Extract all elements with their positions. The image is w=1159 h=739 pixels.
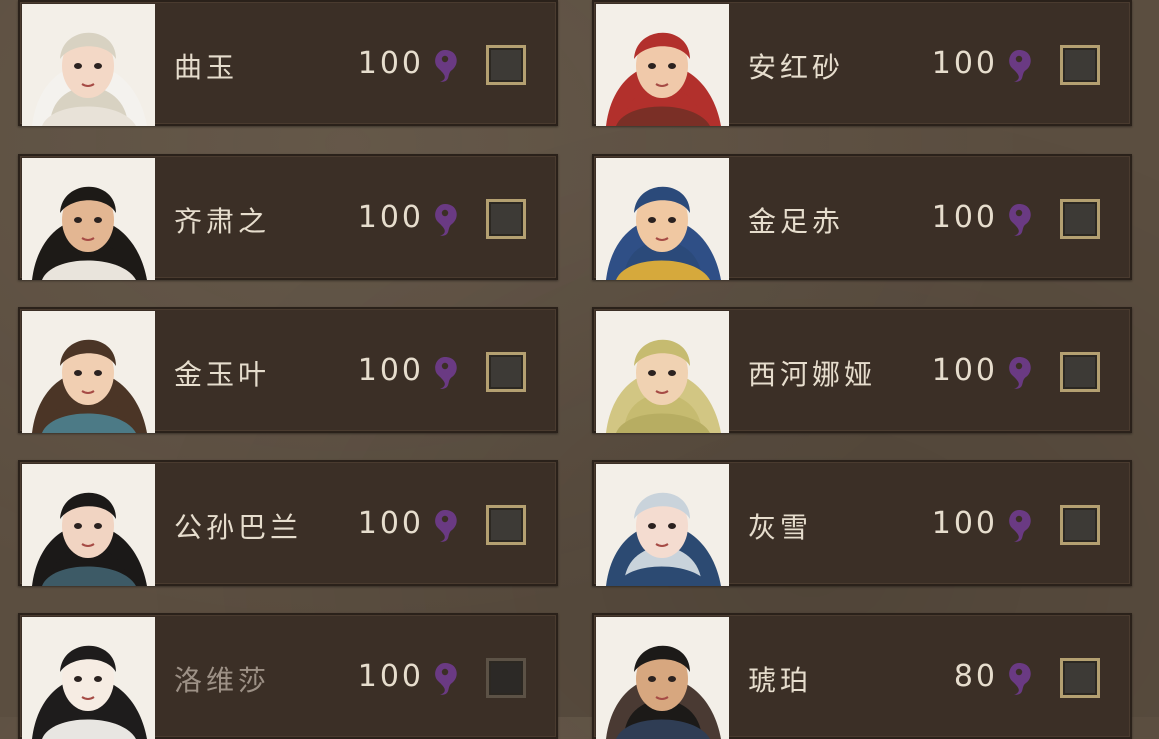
character-card[interactable]: 灰雪 100	[592, 460, 1132, 586]
character-name: 金玉叶	[174, 358, 271, 391]
character-card[interactable]: 公孙巴兰 100	[18, 460, 558, 586]
character-name: 灰雪	[748, 511, 813, 544]
character-cost: 100	[931, 506, 998, 541]
character-cost: 100	[931, 353, 998, 388]
character-card[interactable]: 金足赤 100	[592, 154, 1132, 280]
yin-yang-icon	[1004, 508, 1034, 544]
select-checkbox[interactable]	[486, 658, 526, 698]
character-name: 琥珀	[748, 664, 813, 697]
character-cost: 100	[357, 46, 424, 81]
character-name: 安红砂	[748, 51, 845, 84]
character-portrait	[22, 4, 155, 126]
character-name: 金足赤	[748, 205, 845, 238]
yin-yang-icon	[430, 355, 460, 391]
select-checkbox[interactable]	[486, 505, 526, 545]
character-portrait	[596, 158, 729, 280]
character-name: 西河娜娅	[748, 358, 877, 391]
character-cost: 80	[953, 659, 998, 694]
select-checkbox[interactable]	[1060, 199, 1100, 239]
character-card[interactable]: 金玉叶 100	[18, 307, 558, 433]
character-cost: 100	[357, 659, 424, 694]
character-name: 公孙巴兰	[174, 511, 303, 544]
character-card[interactable]: 洛维莎 100	[18, 613, 558, 739]
select-checkbox[interactable]	[1060, 45, 1100, 85]
character-portrait	[596, 464, 729, 586]
character-cost: 100	[357, 506, 424, 541]
character-portrait	[22, 158, 155, 280]
character-name: 曲玉	[174, 51, 239, 84]
yin-yang-icon	[430, 508, 460, 544]
select-checkbox[interactable]	[486, 199, 526, 239]
yin-yang-icon	[1004, 202, 1034, 238]
character-portrait	[22, 464, 155, 586]
character-cost: 100	[357, 353, 424, 388]
yin-yang-icon	[1004, 48, 1034, 84]
select-checkbox[interactable]	[1060, 505, 1100, 545]
select-checkbox[interactable]	[486, 352, 526, 392]
character-portrait	[596, 311, 729, 433]
character-portrait	[22, 311, 155, 433]
character-card[interactable]: 曲玉 100	[18, 0, 558, 126]
character-cost: 100	[931, 46, 998, 81]
select-checkbox[interactable]	[486, 45, 526, 85]
yin-yang-icon	[430, 48, 460, 84]
yin-yang-icon	[430, 202, 460, 238]
character-selection-grid: 曲玉 100 安红砂 100 齐肃之 100 金足赤 100 金玉叶 100 西…	[0, 0, 1159, 739]
yin-yang-icon	[1004, 661, 1034, 697]
character-name: 洛维莎	[174, 664, 271, 697]
character-portrait	[596, 617, 729, 739]
character-card[interactable]: 安红砂 100	[592, 0, 1132, 126]
select-checkbox[interactable]	[1060, 352, 1100, 392]
select-checkbox[interactable]	[1060, 658, 1100, 698]
character-cost: 100	[931, 200, 998, 235]
character-cost: 100	[357, 200, 424, 235]
character-card[interactable]: 琥珀 80	[592, 613, 1132, 739]
character-name: 齐肃之	[174, 205, 271, 238]
character-card[interactable]: 齐肃之 100	[18, 154, 558, 280]
yin-yang-icon	[430, 661, 460, 697]
character-portrait	[596, 4, 729, 126]
character-portrait	[22, 617, 155, 739]
yin-yang-icon	[1004, 355, 1034, 391]
character-card[interactable]: 西河娜娅 100	[592, 307, 1132, 433]
